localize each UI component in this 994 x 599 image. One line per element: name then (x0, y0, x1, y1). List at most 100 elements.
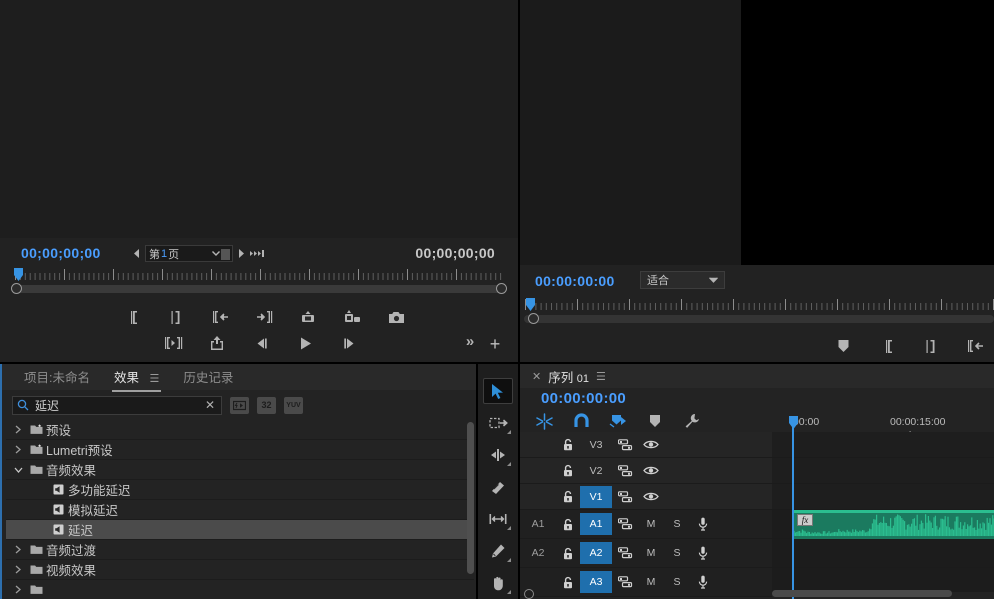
effects-tree[interactable]: 预设 Lumetri预设 音频效果 多功能延迟 模拟延迟 延迟 (6, 420, 474, 597)
track-sync-lock-toggle[interactable] (612, 465, 638, 477)
program-zoom-select[interactable]: 适合 (640, 271, 725, 289)
track-lock-toggle[interactable] (556, 438, 580, 451)
track-target-toggle[interactable]: A2 (580, 542, 612, 564)
track-visibility-toggle[interactable] (638, 491, 664, 502)
chevron-right-icon[interactable] (10, 445, 26, 454)
mark-clip-button[interactable] (162, 333, 184, 353)
chevron-right-icon[interactable] (10, 585, 26, 594)
tool-flyout-indicator[interactable] (507, 590, 511, 594)
sequence-tab-title[interactable]: 序列 01 (548, 367, 589, 386)
tool-flyout-indicator[interactable] (507, 430, 511, 434)
overwrite-button[interactable] (341, 307, 363, 327)
track-header-v3[interactable]: V3 (520, 432, 772, 458)
program-video-area[interactable] (741, 0, 994, 265)
chevron-right-icon[interactable] (10, 545, 26, 554)
track-lock-toggle[interactable] (556, 464, 580, 477)
export-frame-button[interactable] (385, 307, 407, 327)
timeline-horizontal-scrollbar[interactable] (772, 590, 952, 597)
add-marker-button[interactable] (832, 336, 854, 356)
source-duration-timecode[interactable]: 00;00;00;00 (415, 245, 495, 261)
page-value-box[interactable]: 第 1 页 (145, 245, 233, 262)
program-playhead-icon[interactable] (526, 298, 535, 311)
effects-scroll-thumb[interactable] (467, 422, 474, 574)
track-mute-button[interactable]: M (638, 576, 664, 588)
source-scroll-handle-left[interactable] (11, 283, 22, 294)
tab-history[interactable]: 历史记录 (171, 363, 245, 392)
tool-flyout-indicator[interactable] (507, 558, 511, 562)
chevron-down-icon[interactable] (212, 251, 220, 257)
track-sync-lock-toggle[interactable] (612, 518, 638, 530)
track-sync-lock-toggle[interactable] (612, 547, 638, 559)
effects-scrollbar[interactable] (467, 422, 474, 590)
pen-tool[interactable] (483, 538, 513, 564)
program-scroll-track[interactable] (524, 315, 994, 323)
timeline-tracks-area[interactable]: fx (772, 432, 994, 592)
effects-tree-row[interactable]: 延迟 (6, 520, 474, 540)
mark-out-button[interactable] (920, 336, 942, 356)
track-voice-record-button[interactable] (690, 575, 716, 589)
track-source-patch[interactable]: A1 (520, 518, 556, 530)
tool-flyout-indicator[interactable] (507, 526, 511, 530)
divider-effects-tools[interactable] (476, 364, 478, 599)
timeline-lane-a3[interactable] (772, 568, 994, 592)
32bit-color-filter-icon[interactable]: 32 (257, 397, 276, 414)
marker-sync-toggle[interactable] (608, 411, 628, 431)
track-visibility-toggle[interactable] (638, 465, 664, 476)
timeline-settings-button[interactable] (682, 411, 702, 431)
track-sync-lock-toggle[interactable] (612, 491, 638, 503)
track-target-toggle[interactable]: A1 (580, 513, 612, 535)
chevron-right-icon[interactable] (10, 565, 26, 574)
source-scroll-track[interactable] (14, 285, 504, 293)
timeline-lane-v2[interactable] (772, 458, 994, 484)
track-header-a1[interactable]: A1 A1 M S (520, 510, 772, 539)
chevron-right-icon[interactable] (10, 425, 26, 434)
ripple-edit-tool[interactable] (483, 442, 513, 468)
accelerated-effects-filter-icon[interactable] (230, 397, 249, 414)
track-solo-button[interactable]: S (664, 518, 690, 530)
chevron-down-icon[interactable] (709, 277, 718, 283)
mark-in-button[interactable] (876, 336, 898, 356)
program-time-ruler[interactable] (524, 298, 994, 311)
timeline-playhead[interactable] (792, 416, 794, 599)
track-lock-toggle[interactable] (556, 490, 580, 503)
track-voice-record-button[interactable] (690, 517, 716, 531)
hand-tool[interactable] (483, 570, 513, 596)
source-playhead-icon[interactable] (14, 268, 23, 281)
track-sync-lock-toggle[interactable] (612, 439, 638, 451)
source-more-button[interactable]: » (460, 330, 480, 352)
track-target-toggle[interactable]: V2 (580, 460, 612, 482)
timeline-lane-a2[interactable] (772, 539, 994, 568)
track-header-a2[interactable]: A2 A2 M S (520, 539, 772, 568)
play-button[interactable] (294, 333, 316, 353)
step-back-button[interactable] (250, 333, 272, 353)
source-button-editor-button[interactable]: + (486, 334, 504, 354)
source-current-timecode[interactable]: 00;00;00;00 (21, 245, 101, 261)
track-target-toggle[interactable]: A3 (580, 571, 612, 593)
program-scrollbar[interactable] (524, 312, 994, 326)
divider-top-bottom[interactable] (0, 362, 994, 364)
close-icon[interactable]: ✕ (532, 370, 541, 383)
track-header-v2[interactable]: V2 (520, 458, 772, 484)
divider-monitors[interactable] (518, 0, 520, 364)
razor-tool[interactable] (483, 474, 513, 500)
page-multi-icon[interactable] (250, 248, 265, 259)
track-lock-toggle[interactable] (556, 576, 580, 589)
effects-tree-row[interactable]: 多功能延迟 (6, 480, 474, 500)
lift-button[interactable] (206, 333, 228, 353)
timeline-scroll-handle-left[interactable] (524, 589, 534, 599)
page-next-icon[interactable] (237, 248, 246, 259)
effects-search-input[interactable]: 延迟 ✕ (12, 396, 222, 415)
program-scroll-handle-left[interactable] (528, 313, 539, 324)
selection-tool[interactable] (483, 378, 513, 404)
linked-selection-toggle[interactable] (571, 411, 591, 431)
mark-in-button[interactable] (121, 307, 143, 327)
effects-tree-row[interactable]: 音频过渡 (6, 540, 474, 560)
clear-search-icon[interactable]: ✕ (205, 398, 217, 412)
add-marker-button[interactable] (645, 411, 665, 431)
go-to-out-button[interactable] (253, 307, 275, 327)
program-current-timecode[interactable]: 00:00:00:00 (535, 273, 615, 289)
track-source-patch[interactable]: A2 (520, 547, 556, 559)
track-select-forward-tool[interactable] (483, 410, 513, 436)
timeline-lane-v3[interactable] (772, 432, 994, 458)
timeline-lane-v1[interactable] (772, 484, 994, 510)
